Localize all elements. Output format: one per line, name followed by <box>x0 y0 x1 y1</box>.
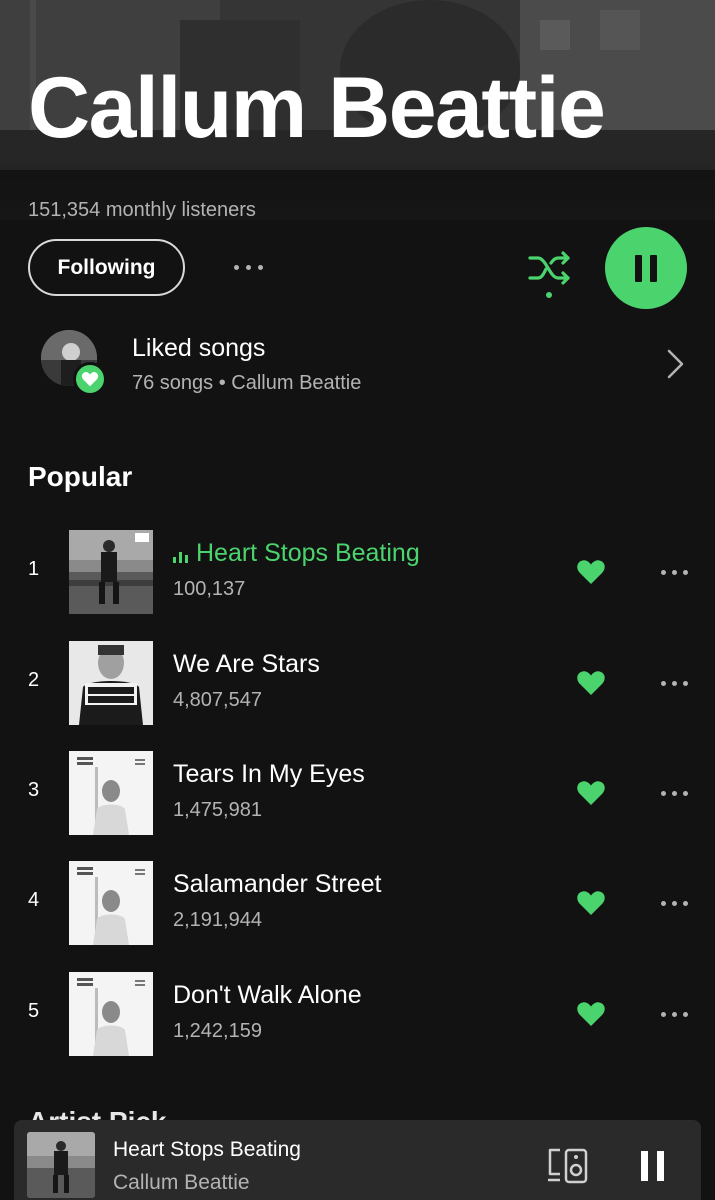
track-number: 1 <box>28 558 40 580</box>
track-number: 5 <box>28 1000 40 1022</box>
track-title: Tears In My Eyes <box>173 760 365 788</box>
popular-heading: Popular <box>28 461 133 492</box>
more-dots-icon <box>660 680 666 686</box>
chevron-right-icon <box>667 349 684 379</box>
shuffle-icon[interactable] <box>524 247 574 301</box>
track-title-playing: Heart Stops Beating <box>173 539 420 568</box>
connect-device-icon[interactable] <box>546 1146 590 1186</box>
mini-player-title: Heart Stops Beating <box>113 1138 301 1161</box>
more-dots-icon <box>660 900 666 906</box>
more-dots-icon <box>660 790 666 796</box>
monthly-listeners: 151,354 monthly listeners <box>28 199 256 221</box>
track-number: 2 <box>28 669 40 691</box>
track-row[interactable]: 5 Don't Walk Alone 1,242,159 <box>0 972 715 1056</box>
track-cover <box>69 751 153 835</box>
track-cover <box>69 641 153 725</box>
track-title: We Are Stars <box>173 650 320 678</box>
following-button[interactable]: Following <box>28 239 185 296</box>
track-plays: 100,137 <box>173 578 246 600</box>
pause-button[interactable] <box>605 227 687 309</box>
heart-icon[interactable] <box>576 669 606 697</box>
track-more-button[interactable] <box>652 889 696 917</box>
track-title: Don't Walk Alone <box>173 981 362 1009</box>
mini-player-cover <box>27 1132 95 1198</box>
more-dots-icon <box>660 1011 666 1017</box>
liked-songs-title: Liked songs <box>132 334 266 362</box>
heart-icon[interactable] <box>576 889 606 917</box>
mini-player-pause-button[interactable] <box>636 1149 668 1183</box>
track-cover <box>69 972 153 1056</box>
track-title: Salamander Street <box>173 870 382 898</box>
more-dots-icon <box>233 264 239 270</box>
track-row[interactable]: 3 Tears In My Eyes 1,475,981 <box>0 751 715 835</box>
track-row[interactable]: 1 Heart Stops Beating 100,137 <box>0 530 715 614</box>
heart-icon <box>73 362 107 396</box>
track-more-button[interactable] <box>652 669 696 697</box>
track-number: 4 <box>28 889 40 911</box>
pause-icon <box>640 1151 648 1181</box>
track-more-button[interactable] <box>652 558 696 586</box>
heart-icon[interactable] <box>576 558 606 586</box>
track-plays: 1,475,981 <box>173 799 262 821</box>
artist-name: Callum Beattie <box>28 60 606 156</box>
track-plays: 4,807,547 <box>173 689 262 711</box>
track-more-button[interactable] <box>652 779 696 807</box>
track-number: 3 <box>28 779 40 801</box>
heart-icon[interactable] <box>576 779 606 807</box>
mini-player-artist: Callum Beattie <box>113 1171 250 1194</box>
liked-songs-row[interactable]: Liked songs 76 songs • Callum Beattie <box>0 325 715 405</box>
track-row[interactable]: 2 We Are Stars 4,807,547 <box>0 641 715 725</box>
pause-icon <box>635 254 642 282</box>
track-plays: 2,191,944 <box>173 909 262 931</box>
mini-player[interactable]: Heart Stops Beating Callum Beattie <box>14 1120 701 1200</box>
now-playing-equalizer-icon <box>173 549 188 563</box>
track-row[interactable]: 4 Salamander Street 2,191,944 <box>0 861 715 945</box>
track-more-button[interactable] <box>652 1000 696 1028</box>
track-cover <box>69 530 153 614</box>
artist-page: Callum Beattie 151,354 monthly listeners… <box>0 0 715 1200</box>
liked-songs-subtitle: 76 songs • Callum Beattie <box>132 372 362 394</box>
more-options-button[interactable] <box>224 252 272 282</box>
track-cover <box>69 861 153 945</box>
heart-icon[interactable] <box>576 1000 606 1028</box>
track-plays: 1,242,159 <box>173 1020 262 1042</box>
more-dots-icon <box>660 569 666 575</box>
